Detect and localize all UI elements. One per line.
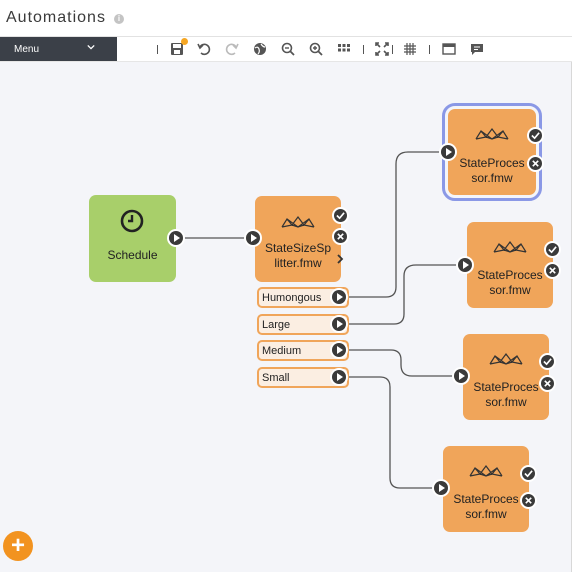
check-icon[interactable] (527, 127, 544, 144)
port-large[interactable]: Large (257, 314, 349, 335)
splitter-label-line2: litter.fmw (274, 256, 322, 270)
port-output[interactable] (330, 341, 348, 359)
schedule-node[interactable]: Schedule (89, 195, 185, 282)
workspace-logo-icon (493, 241, 527, 253)
add-node-button[interactable]: + (3, 531, 33, 561)
wire-humongous (349, 151, 440, 298)
port-label: Large (262, 319, 291, 331)
close-icon[interactable] (527, 155, 544, 172)
workspace-logo-icon (475, 128, 509, 140)
splitter-label-line1: StateSizeSp (264, 241, 332, 255)
port-output[interactable] (330, 288, 348, 306)
check-icon[interactable] (539, 353, 556, 370)
close-icon[interactable] (520, 492, 537, 509)
schedule-output-port[interactable] (167, 229, 185, 247)
port-humongous[interactable]: Humongous (257, 287, 349, 308)
processor-node-1[interactable]: StateProces sor.fmw (439, 103, 544, 201)
wire-small (349, 376, 434, 489)
clock-icon (120, 209, 144, 233)
processor-label-line2: sor.fmw (489, 283, 531, 297)
port-label: Medium (262, 345, 302, 357)
processor-label-line1: StateProces (453, 492, 519, 506)
processor-label-line2: sor.fmw (465, 507, 507, 521)
processor-label-line1: StateProces (477, 268, 543, 282)
workspace-logo-icon (469, 465, 503, 477)
schedule-label: Schedule (107, 248, 158, 262)
port-label: Small (262, 372, 290, 384)
close-icon[interactable] (332, 228, 349, 245)
processor-input-port[interactable] (452, 367, 470, 385)
check-icon[interactable] (544, 241, 561, 258)
splitter-node[interactable]: StateSizeSp litter.fmw (244, 196, 349, 282)
port-small[interactable]: Small (257, 367, 349, 388)
processor-node-3[interactable]: StateProces sor.fmw (452, 334, 556, 420)
processor-label-line1: StateProces (473, 380, 539, 394)
port-medium[interactable]: Medium (257, 340, 349, 361)
port-output[interactable] (330, 368, 348, 386)
workspace-logo-icon (281, 216, 315, 228)
check-icon[interactable] (520, 465, 537, 482)
processor-input-port[interactable] (432, 479, 450, 497)
close-icon[interactable] (544, 262, 561, 279)
check-icon[interactable] (332, 207, 349, 224)
wire-large (349, 264, 458, 325)
processor-input-port[interactable] (439, 143, 457, 161)
workspace-logo-icon (489, 353, 523, 365)
processor-node-4[interactable]: StateProces sor.fmw (432, 446, 537, 532)
splitter-input-port[interactable] (244, 229, 262, 247)
port-output[interactable] (330, 315, 348, 333)
processor-label-line2: sor.fmw (471, 171, 513, 185)
port-label: Humongous (262, 292, 322, 304)
chevron-right-icon[interactable] (336, 254, 344, 264)
close-icon[interactable] (539, 375, 556, 392)
processor-label-line1: StateProces (459, 156, 525, 170)
processor-input-port[interactable] (456, 256, 474, 274)
processor-label-line2: sor.fmw (485, 395, 527, 409)
wire-medium (349, 349, 454, 377)
processor-node-2[interactable]: StateProces sor.fmw (456, 222, 561, 308)
